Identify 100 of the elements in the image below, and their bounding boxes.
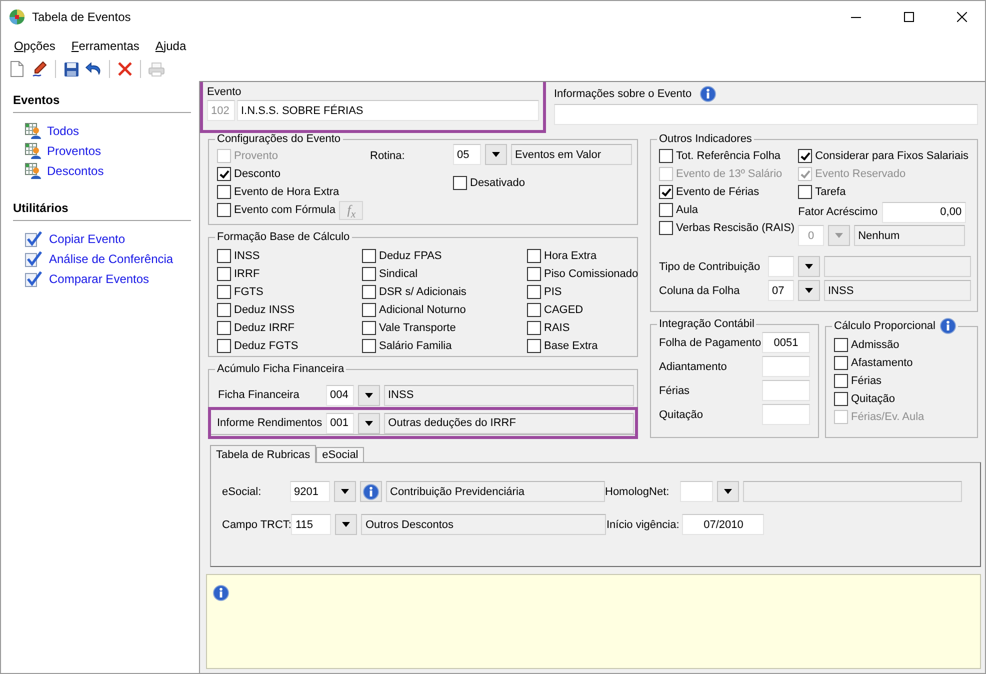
dropdown-button[interactable] (485, 144, 507, 165)
field-label: Campo TRCT: (222, 518, 292, 530)
checklist-icon (25, 251, 43, 267)
name-field[interactable]: I.N.S.S. SOBRE FÉRIAS (237, 100, 539, 121)
code-field[interactable]: 07 (768, 280, 794, 301)
code-field[interactable]: 004 (326, 384, 354, 406)
info-icon (940, 318, 956, 334)
tab[interactable]: Tabela de Rubricas (210, 445, 316, 463)
code-field[interactable]: 001 (326, 412, 354, 434)
checkbox[interactable]: RAIS (527, 319, 647, 337)
field-label: Evento (207, 86, 242, 98)
menu-item[interactable]: Ajuda (148, 39, 194, 53)
dropdown-button[interactable] (798, 256, 820, 277)
group-title: Cálculo Proporcional (832, 318, 958, 334)
description-field: Nenhum (854, 225, 966, 246)
menu-item[interactable]: Opções (7, 39, 62, 53)
description-field: INSS (384, 384, 634, 406)
group-title: Acúmulo Ficha Financeira (216, 363, 346, 375)
code-field[interactable] (768, 256, 794, 277)
field-label: Quitação (659, 408, 704, 420)
code-field[interactable]: 9201 (290, 481, 330, 502)
checkbox[interactable]: Evento com Fórmula (217, 201, 336, 219)
checkbox[interactable]: Considerar para Fixos Salariais (798, 147, 969, 165)
dropdown-button[interactable] (798, 280, 820, 301)
field-label: HomologNet: (605, 486, 670, 498)
checkbox[interactable]: DSR s/ Adicionais (362, 283, 527, 301)
dropdown-button[interactable] (717, 481, 739, 502)
checkbox[interactable]: Adicional Noturno (362, 301, 527, 319)
checkbox[interactable]: Hora Extra (527, 247, 647, 265)
checkbox[interactable]: IRRF (217, 265, 362, 283)
sidebar-link[interactable]: Análise de Conferência (49, 251, 174, 267)
dropdown-button[interactable] (358, 412, 380, 434)
sidebar-link[interactable]: Todos (47, 123, 80, 139)
code-field[interactable]: 115 (291, 514, 332, 535)
info-icon (700, 86, 716, 102)
section-title: Utilitários (13, 201, 191, 221)
checkbox[interactable]: Tot. Referência Folha (659, 147, 798, 165)
checkbox[interactable]: Desativado (453, 174, 526, 192)
checkbox[interactable]: Vale Transporte (362, 319, 527, 337)
checkbox[interactable]: Evento de Férias (659, 183, 798, 201)
checkbox[interactable]: PIS (527, 283, 647, 301)
checkbox[interactable]: Sindical (362, 265, 527, 283)
checkbox[interactable]: Tarefa (798, 183, 969, 201)
code-field[interactable] (680, 481, 713, 502)
sidebar-link[interactable]: Proventos (47, 143, 102, 159)
checkbox[interactable]: CAGED (527, 301, 647, 319)
info-icon (213, 585, 229, 601)
field-label: Adiantamento (659, 360, 728, 372)
checkbox[interactable]: Admissão (834, 336, 964, 354)
checkbox[interactable]: Verbas Rescisão (RAIS) (659, 219, 798, 237)
date-field[interactable]: 07/2010 (682, 514, 764, 535)
checkbox[interactable]: Deduz IRRF (217, 319, 362, 337)
dropdown-button[interactable] (358, 384, 380, 406)
field-label: Informe Rendimentos (217, 417, 322, 429)
sidebar-link[interactable]: Descontos (47, 163, 104, 179)
field-label: Folha de Pagamento (659, 336, 762, 348)
tab[interactable]: eSocial (316, 447, 364, 463)
checkbox[interactable]: Base Extra (527, 337, 647, 355)
info-field[interactable] (554, 104, 978, 125)
sidebar-link[interactable]: Comparar Eventos (49, 271, 150, 287)
checkbox[interactable]: Piso Comissionado (527, 265, 647, 283)
account-field[interactable] (762, 356, 810, 377)
checkbox[interactable]: Férias (834, 372, 964, 390)
field-label: Início vigência: (606, 518, 680, 530)
menu-item[interactable]: Ferramentas (64, 39, 146, 53)
account-field[interactable] (762, 404, 810, 425)
checkbox[interactable]: Aula (659, 201, 798, 219)
dropdown-button[interactable] (334, 481, 356, 502)
app-icon (9, 9, 25, 25)
checkbox[interactable]: Desconto (217, 165, 280, 183)
field-label: Ficha Financeira (218, 389, 300, 401)
factor-field[interactable]: 0,00 (882, 202, 966, 222)
field-label: Informações sobre o Evento (554, 88, 692, 100)
field-label: Tipo de Contribuição (659, 260, 762, 272)
field-label: Fator Acréscimo (798, 206, 878, 218)
section-title: Eventos (13, 93, 191, 113)
account-field[interactable]: 0051 (762, 332, 810, 353)
checkbox[interactable]: Deduz FPAS (362, 247, 527, 265)
checklist-icon (25, 231, 43, 247)
account-field[interactable] (762, 380, 810, 401)
minimize-icon (851, 16, 861, 18)
info-button[interactable] (360, 481, 382, 502)
checkbox[interactable]: Salário Familia (362, 337, 527, 355)
field-label: Coluna da Folha (659, 284, 741, 296)
field-label: eSocial: (222, 486, 262, 498)
checkbox[interactable]: Deduz FGTS (217, 337, 362, 355)
dropdown-button[interactable] (335, 514, 358, 535)
checkbox[interactable]: Afastamento (834, 354, 964, 372)
code-field[interactable]: 05 (453, 144, 481, 165)
checkbox[interactable]: FGTS (217, 283, 362, 301)
description-field: Eventos em Valor (511, 144, 632, 165)
checkbox[interactable]: Deduz INSS (217, 301, 362, 319)
close-icon (957, 12, 967, 22)
checkbox[interactable]: INSS (217, 247, 362, 265)
sidebar-link[interactable]: Copiar Evento (49, 231, 126, 247)
group-title: Configurações do Evento (216, 133, 342, 145)
checkbox[interactable]: Evento de Hora Extra (217, 183, 340, 201)
info-icon (363, 484, 379, 500)
checkbox[interactable]: Quitação (834, 390, 964, 408)
description-field: Outros Descontos (361, 514, 606, 535)
